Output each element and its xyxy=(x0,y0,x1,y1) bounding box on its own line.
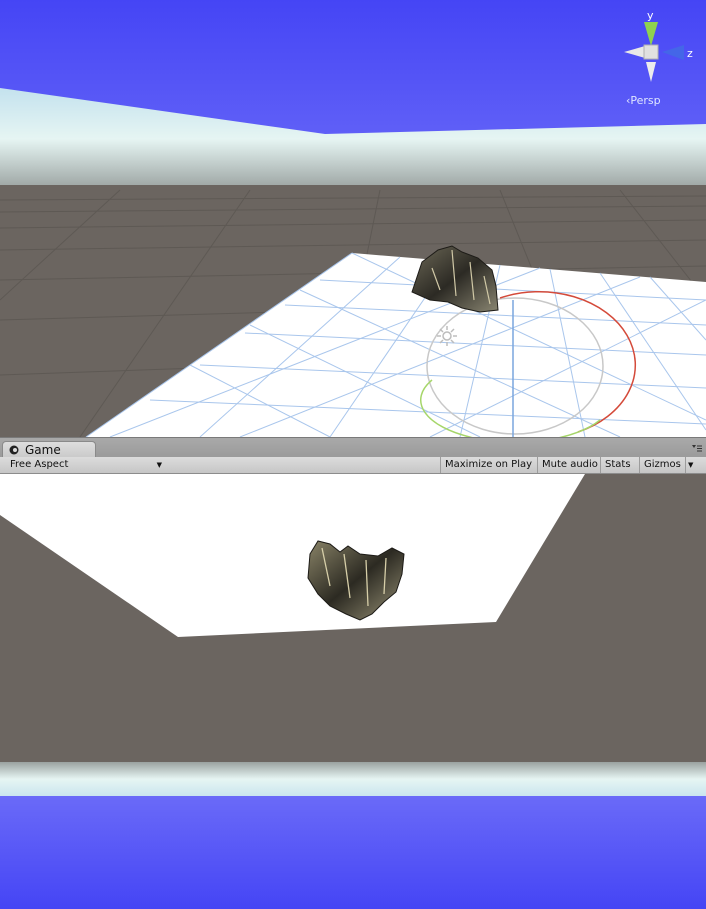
scene-viewport[interactable]: y z xyxy=(0,0,706,437)
y-axis-label: y xyxy=(647,9,654,22)
scene-view[interactable]: y z ‹Persp xyxy=(0,0,706,437)
gizmo-center xyxy=(643,44,659,60)
panel-menu-icon[interactable] xyxy=(692,444,702,452)
game-toolbar: Free Aspect ▼ Maximize on Play Mute audi… xyxy=(0,457,706,474)
projection-label[interactable]: ‹Persp xyxy=(626,94,661,107)
game-viewport[interactable] xyxy=(0,474,706,909)
tab-bar: Game xyxy=(0,437,706,458)
gizmos-dropdown-label: Gizmos xyxy=(644,459,681,470)
gizmos-chevron-down-icon[interactable]: ▼ xyxy=(685,457,698,473)
tab-game[interactable]: Game xyxy=(2,441,96,458)
game-sky xyxy=(0,796,706,909)
maximize-on-play-toggle[interactable]: Maximize on Play xyxy=(440,457,537,473)
aspect-dropdown[interactable]: Free Aspect ▼ xyxy=(4,457,165,473)
chevron-down-icon: ▼ xyxy=(156,461,162,469)
stats-toggle[interactable]: Stats xyxy=(600,457,639,473)
game-horizon xyxy=(0,762,706,800)
aspect-dropdown-label: Free Aspect xyxy=(10,459,69,470)
mute-audio-toggle[interactable]: Mute audio xyxy=(537,457,600,473)
z-axis-label: z xyxy=(687,47,693,60)
game-view[interactable] xyxy=(0,474,706,909)
camera-icon xyxy=(9,445,19,455)
tab-game-label: Game xyxy=(25,443,61,457)
